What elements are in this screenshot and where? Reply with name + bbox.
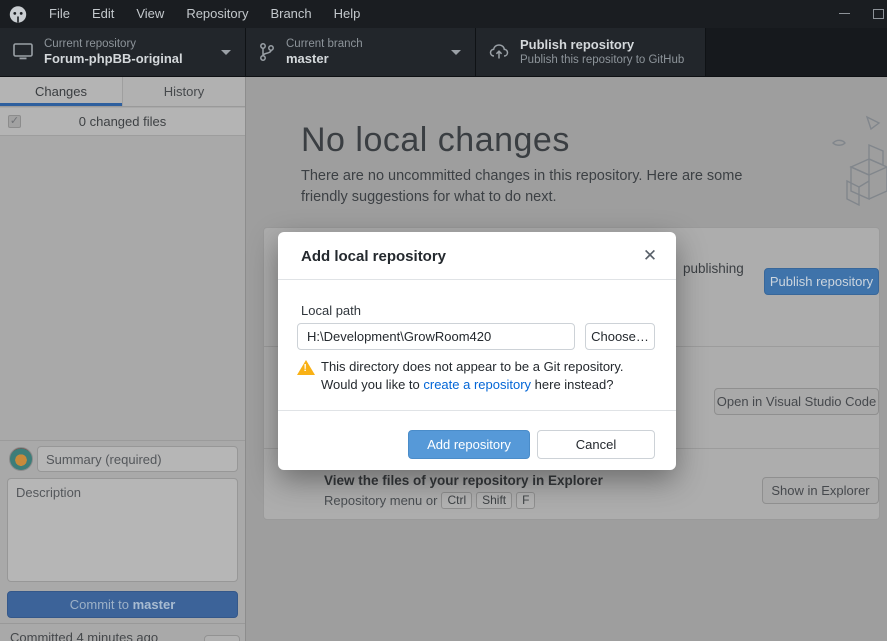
no-changes-illustration xyxy=(807,115,887,215)
current-branch-button[interactable]: Current branch master xyxy=(246,28,476,76)
current-branch-name: master xyxy=(286,51,363,67)
menu-view[interactable]: View xyxy=(125,0,175,28)
current-repository-name: Forum-phpBB-original xyxy=(44,51,183,67)
last-commit-row: Committed 4 minutes ago xyxy=(0,623,245,641)
cloud-upload-icon xyxy=(489,43,509,61)
sidebar-tabs: Changes History xyxy=(0,77,245,107)
github-desktop-window: File Edit View Repository Branch Help Cu… xyxy=(0,0,887,641)
menu-branch[interactable]: Branch xyxy=(259,0,322,28)
description-input[interactable] xyxy=(7,478,238,582)
last-commit-text: Committed 4 minutes ago xyxy=(10,630,158,641)
page-subtext: There are no uncommitted changes in this… xyxy=(301,166,749,208)
menu-file[interactable]: File xyxy=(38,0,81,28)
publish-repository-toolbar-button[interactable]: Publish repository Publish this reposito… xyxy=(476,28,706,76)
current-repository-label: Current repository xyxy=(44,37,183,51)
warning-line1: This directory does not appear to be a G… xyxy=(321,359,624,374)
cancel-button[interactable]: Cancel xyxy=(537,430,655,459)
changed-files-row: ✓ 0 changed files xyxy=(0,108,245,136)
show-in-explorer-button[interactable]: Show in Explorer xyxy=(762,477,879,504)
menu-repository[interactable]: Repository xyxy=(175,0,259,28)
explorer-suggestion-subtitle-text: Repository menu or xyxy=(324,493,437,508)
current-branch-label: Current branch xyxy=(286,37,363,51)
monitor-icon xyxy=(13,43,33,61)
github-logo-icon xyxy=(8,4,28,24)
menu-items: File Edit View Repository Branch Help xyxy=(38,0,371,28)
dialog-footer-divider xyxy=(278,410,676,411)
commit-button-branch: master xyxy=(133,597,176,612)
publish-suggestion-text-fragment: publishing xyxy=(683,261,744,276)
publish-repository-title: Publish repository xyxy=(520,37,684,53)
commit-to-master-button[interactable]: Commit to master xyxy=(7,591,238,618)
commit-button-prefix: Commit to xyxy=(70,597,129,612)
dialog-header-divider xyxy=(278,279,676,280)
choose-button[interactable]: Choose… xyxy=(585,323,655,350)
current-repository-button[interactable]: Current repository Forum-phpBB-original xyxy=(0,28,246,76)
maximize-button[interactable] xyxy=(867,0,887,28)
maximize-icon xyxy=(873,9,884,19)
minimize-icon xyxy=(839,13,850,14)
local-path-label: Local path xyxy=(301,303,361,318)
explorer-suggestion-subtitle: Repository menu or Ctrl Shift F xyxy=(324,492,535,509)
warning-line2-suffix: here instead? xyxy=(531,377,613,392)
tab-history[interactable]: History xyxy=(122,77,245,106)
warning-icon xyxy=(297,360,315,375)
kbd-ctrl: Ctrl xyxy=(441,492,472,509)
branch-icon xyxy=(259,42,275,62)
warning-line2: Would you like to create a repository he… xyxy=(321,377,613,392)
tab-changes-label: Changes xyxy=(35,84,87,99)
window-controls xyxy=(821,0,887,28)
chevron-down-icon xyxy=(221,50,231,55)
commit-form: Commit to master Committed 4 minutes ago xyxy=(0,440,245,641)
publish-repository-subtitle: Publish this repository to GitHub xyxy=(520,53,684,67)
explorer-suggestion-title: View the files of your repository in Exp… xyxy=(324,473,603,488)
dialog-title: Add local repository xyxy=(301,248,446,265)
toolbar: Current repository Forum-phpBB-original … xyxy=(0,28,887,77)
menu-help[interactable]: Help xyxy=(323,0,372,28)
publish-repository-button[interactable]: Publish repository xyxy=(764,268,879,295)
add-repository-button[interactable]: Add repository xyxy=(408,430,530,459)
tab-history-label: History xyxy=(164,84,204,99)
kbd-f: F xyxy=(516,492,535,509)
menu-edit[interactable]: Edit xyxy=(81,0,125,28)
tab-changes[interactable]: Changes xyxy=(0,77,122,106)
add-local-repository-dialog: Add local repository ✕ Local path Choose… xyxy=(278,232,676,470)
menu-bar: File Edit View Repository Branch Help xyxy=(0,0,887,28)
open-in-vscode-button[interactable]: Open in Visual Studio Code xyxy=(714,388,879,415)
chevron-down-icon xyxy=(451,50,461,55)
page-title: No local changes xyxy=(301,121,570,160)
undo-button[interactable] xyxy=(204,635,240,641)
summary-input[interactable] xyxy=(37,446,238,472)
kbd-shift: Shift xyxy=(476,492,512,509)
minimize-button[interactable] xyxy=(821,5,867,23)
close-icon[interactable]: ✕ xyxy=(639,245,661,267)
active-tab-underline xyxy=(0,103,122,106)
warning-line2-prefix: Would you like to xyxy=(321,377,423,392)
create-a-repository-link[interactable]: create a repository xyxy=(423,377,531,392)
avatar xyxy=(9,447,33,471)
select-all-checkbox[interactable]: ✓ xyxy=(8,115,21,128)
local-path-input[interactable] xyxy=(297,323,575,350)
changed-files-count: 0 changed files xyxy=(21,114,224,129)
